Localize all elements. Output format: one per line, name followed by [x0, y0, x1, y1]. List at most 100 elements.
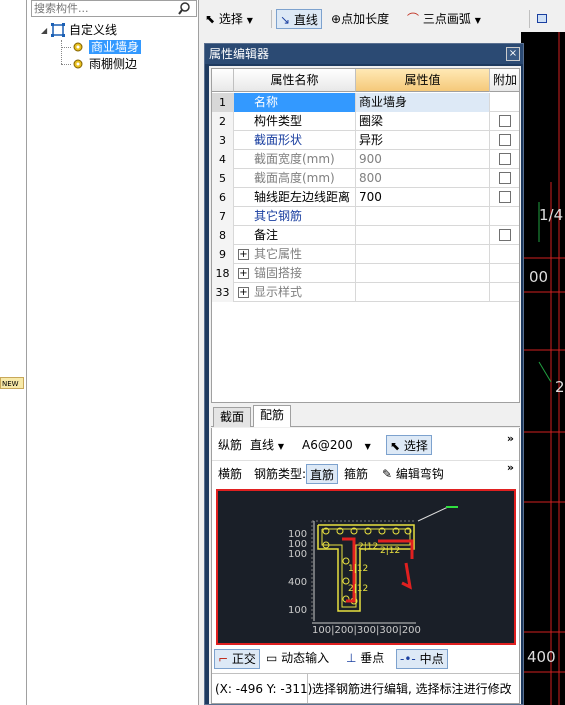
- drawing-toolbar: ⬉ 选择 ▼ ↘ 直线 ⊕点加长度 ⌒ 三点画弧 ▼: [199, 4, 565, 32]
- expand-icon[interactable]: +: [238, 268, 249, 279]
- property-name-cell: 其它钢筋: [234, 207, 356, 226]
- property-value-cell[interactable]: [356, 226, 490, 245]
- extra-checkbox[interactable]: [499, 191, 511, 203]
- tree-node-root[interactable]: ◢ 自定义线: [41, 22, 117, 39]
- search-input[interactable]: [34, 1, 174, 16]
- longitudinal-label: 纵筋: [218, 438, 243, 452]
- property-extra-cell: [490, 112, 519, 131]
- collapse-icon[interactable]: ◢: [41, 22, 51, 39]
- property-extra-cell: [490, 93, 519, 112]
- property-row[interactable]: 7 其它钢筋: [212, 207, 519, 226]
- property-row[interactable]: 5 截面高度(mm) 800: [212, 169, 519, 188]
- column-header-value: 属性值: [356, 69, 490, 92]
- straight-rebar-button[interactable]: 直筋: [306, 464, 339, 484]
- search-button[interactable]: [174, 1, 196, 16]
- rebar-label: 2|12: [380, 546, 400, 556]
- select-tool-button[interactable]: ⬉ 选择 ▼: [205, 9, 253, 29]
- extra-checkbox[interactable]: [499, 115, 511, 127]
- perpendicular-snap-toggle[interactable]: ⊥ 垂点: [346, 649, 384, 669]
- property-value-cell[interactable]: 800: [356, 169, 490, 188]
- cad-label: 400: [527, 648, 556, 666]
- rebar-type-label: 钢筋类型:: [254, 467, 307, 481]
- property-value-cell[interactable]: [356, 207, 490, 226]
- property-row[interactable]: 18 + 锚固搭接: [212, 264, 519, 283]
- point-length-button[interactable]: ⊕点加长度: [331, 9, 389, 29]
- cad-drawing-area[interactable]: 1/4 00 2 400: [521, 32, 565, 705]
- property-value-cell[interactable]: [356, 245, 490, 264]
- tree-node-label: 雨棚侧边: [89, 57, 138, 71]
- property-value-cell[interactable]: [356, 283, 490, 302]
- property-extra-cell: [490, 169, 519, 188]
- rebar-panel: 纵筋 直线 ▼ A6@200 ▼ ⬉ 选择 » 横筋 钢筋类型: 直筋 箍筋 ✎…: [211, 428, 520, 704]
- property-value-cell[interactable]: [356, 264, 490, 283]
- property-row[interactable]: 2 构件类型 圈梁: [212, 112, 519, 131]
- tab-section[interactable]: 截面: [213, 407, 252, 427]
- tree-node-commercial-wall[interactable]: 商业墙身: [71, 39, 142, 56]
- new-badge: NEW: [0, 377, 24, 389]
- row-number: 6: [212, 188, 234, 207]
- property-extra-cell: [490, 207, 519, 226]
- section-preview-canvas[interactable]: 100 100 100 400 100 100|200|300|300|200 …: [216, 489, 516, 645]
- ortho-toggle[interactable]: ⌐ 正交: [214, 649, 260, 669]
- property-extra-cell: [490, 131, 519, 150]
- dynamic-input-toggle[interactable]: ▭ 动态输入: [266, 649, 329, 669]
- rebar-spec-select[interactable]: A6@200 ▼: [302, 435, 371, 455]
- property-row[interactable]: 4 截面宽度(mm) 900: [212, 150, 519, 169]
- cursor-icon: ⬉: [390, 439, 401, 453]
- row-number: 5: [212, 169, 234, 188]
- rebar-label: 1|12: [348, 564, 368, 574]
- close-button[interactable]: ×: [506, 47, 520, 61]
- expand-icon[interactable]: +: [238, 249, 249, 260]
- row-number: 1: [212, 93, 234, 112]
- property-row[interactable]: 33 + 显示样式: [212, 283, 519, 302]
- extra-checkbox[interactable]: [499, 134, 511, 146]
- property-name: 名称: [254, 95, 279, 109]
- property-value-cell[interactable]: 900: [356, 150, 490, 169]
- ortho-icon: ⌐: [218, 652, 229, 666]
- property-name: 锚固搭接: [254, 266, 303, 280]
- section-drawing: 100 100 100 400 100 100|200|300|300|200 …: [288, 506, 458, 636]
- stirrup-button[interactable]: 箍筋: [344, 464, 368, 484]
- line-tool-button[interactable]: ↘ 直线: [276, 9, 322, 29]
- expand-more-icon[interactable]: »: [507, 461, 514, 474]
- property-name: 其它属性: [254, 247, 303, 261]
- dropdown-arrow-icon[interactable]: ▼: [247, 16, 253, 25]
- property-extra-cell: [490, 264, 519, 283]
- point-length-icon: ⊕: [331, 12, 342, 26]
- expand-more-icon[interactable]: »: [507, 432, 514, 445]
- property-row[interactable]: 3 截面形状 异形: [212, 131, 519, 150]
- dropdown-arrow-icon[interactable]: ▼: [278, 442, 284, 451]
- row-number: 7: [212, 207, 234, 226]
- extra-checkbox[interactable]: [499, 153, 511, 165]
- property-row[interactable]: 1 名称 商业墙身: [212, 93, 519, 112]
- property-value-cell[interactable]: 商业墙身: [356, 93, 490, 112]
- property-row[interactable]: 8 备注: [212, 226, 519, 245]
- property-value-cell[interactable]: 圈梁: [356, 112, 490, 131]
- property-name-cell: + 其它属性: [234, 245, 356, 264]
- more-tool-button[interactable]: [537, 9, 547, 29]
- toolbar-divider: [271, 10, 272, 28]
- property-row[interactable]: 9 + 其它属性: [212, 245, 519, 264]
- property-grid: 属性名称 属性值 附加 1 名称 商业墙身 2 构件类型 圈梁 3 截面形状 异形 4 截面宽度(m…: [211, 68, 520, 403]
- dropdown-arrow-icon[interactable]: ▼: [475, 16, 481, 25]
- property-value-cell[interactable]: 异形: [356, 131, 490, 150]
- status-bar: (X: -496 Y: -311) 选择钢筋进行编辑, 选择标注进行修改: [212, 673, 519, 703]
- extra-checkbox[interactable]: [499, 172, 511, 184]
- tab-rebar[interactable]: 配筋: [253, 405, 292, 427]
- property-name: 截面高度(mm): [254, 171, 335, 185]
- expand-icon[interactable]: +: [238, 287, 249, 298]
- dropdown-arrow-icon[interactable]: ▼: [365, 442, 371, 451]
- tree-node-canopy-side[interactable]: 雨棚侧边: [71, 56, 137, 73]
- property-row[interactable]: 6 轴线距左边线距离 700: [212, 188, 519, 207]
- select-rebar-button[interactable]: ⬉ 选择: [386, 435, 432, 455]
- cad-drawing: [521, 32, 565, 705]
- edit-hook-button[interactable]: ✎ 编辑弯钩: [382, 464, 444, 484]
- extra-checkbox[interactable]: [499, 229, 511, 241]
- three-point-arc-button[interactable]: ⌒ 三点画弧 ▼: [407, 9, 481, 29]
- property-value-cell[interactable]: 700: [356, 188, 490, 207]
- midpoint-snap-toggle[interactable]: -•- 中点: [396, 649, 448, 669]
- toolbar-divider: [529, 10, 530, 28]
- snap-toolbar: ⌐ 正交 ▭ 动态输入 ⊥ 垂点 -•- 中点: [212, 647, 519, 671]
- edit-icon: ✎: [382, 467, 393, 481]
- draw-mode-select[interactable]: 直线 ▼: [250, 435, 284, 455]
